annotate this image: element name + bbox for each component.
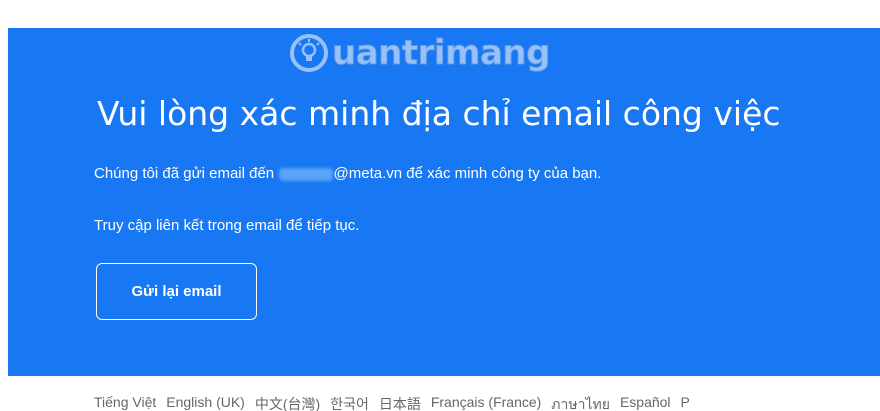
sent-message: Chúng tôi đã gửi email đến minhtrang@meta… — [94, 164, 601, 184]
sent-suffix: để xác minh công ty của bạn. — [402, 165, 602, 182]
verification-panel: uantrimang Vui lòng xác minh địa chỉ ema… — [8, 28, 880, 376]
lang-chinese-taiwan[interactable]: 中文(台灣) — [255, 394, 320, 411]
sent-prefix: Chúng tôi đã gửi email đến — [94, 165, 275, 182]
watermark-text: uantrimang — [332, 33, 551, 74]
lang-spanish[interactable]: Español — [620, 394, 671, 411]
lang-thai[interactable]: ภาษาไทย — [551, 394, 610, 411]
instruction-text: Truy cập liên kết trong email để tiếp tụ… — [94, 217, 360, 234]
lang-truncated[interactable]: P — [681, 394, 690, 411]
language-selector: Tiếng Việt English (UK) 中文(台灣) 한국어 日本語 F… — [94, 394, 690, 411]
lang-korean[interactable]: 한국어 — [330, 394, 369, 411]
lightbulb-icon — [290, 34, 328, 72]
page: uantrimang Vui lòng xác minh địa chỉ ema… — [0, 0, 880, 411]
lang-tieng-viet[interactable]: Tiếng Việt — [94, 394, 156, 411]
resend-email-button[interactable]: Gửi lại email — [96, 263, 257, 320]
lang-japanese[interactable]: 日本語 — [379, 394, 421, 411]
lang-english-uk[interactable]: English (UK) — [166, 394, 245, 411]
page-title: Vui lòng xác minh địa chỉ email công việ… — [97, 94, 781, 133]
email-domain: @meta.vn — [333, 165, 403, 182]
lang-french[interactable]: Français (France) — [431, 394, 541, 411]
watermark-logo: uantrimang — [290, 30, 551, 76]
redacted-email-user: minhtrang — [279, 167, 333, 181]
